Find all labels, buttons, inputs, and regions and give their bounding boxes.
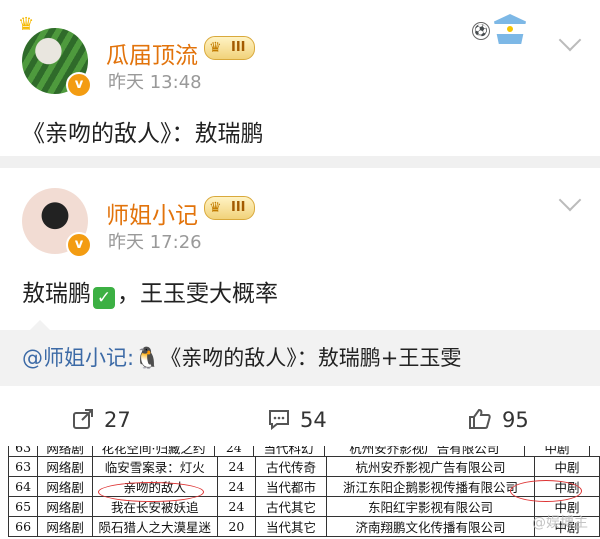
watermark: @娱博主 xyxy=(532,515,588,531)
quote-handle[interactable]: @师姐小记: xyxy=(22,346,134,370)
quote-pointer xyxy=(30,320,50,330)
quote-text: @师姐小记:🐧《亲吻的敌人》：敖瑞鹏+王玉雯 xyxy=(22,342,461,372)
argentina-shield-icon xyxy=(494,14,526,44)
comment-icon xyxy=(268,408,290,435)
post-card-1: ♛ v 瓜届顶流 ♛ III 昨天 13:48 ⚽ 《亲吻的敌人》：敖瑞鹏 xyxy=(0,0,600,156)
table-row: 63 网络剧 临安雪案录：灯火 24 古代传奇 杭州安乔影视广告有限公司 中剧 xyxy=(7,456,600,477)
quote-body: 《亲吻的敌人》：敖瑞鹏+王玉雯 xyxy=(160,346,462,370)
comment-count: 54 xyxy=(300,408,327,432)
cell: 网络剧 xyxy=(37,446,93,456)
cell: 花花空间·归藏之约 xyxy=(91,446,216,456)
post-time: 昨天 17:26 xyxy=(108,232,202,253)
share-icon xyxy=(72,408,94,435)
annotation-circle xyxy=(510,480,582,502)
cell: 古代传奇 xyxy=(255,456,328,477)
cell: 当代都市 xyxy=(255,476,328,497)
cell: 中剧 xyxy=(533,456,600,477)
cell: 陨石猎人之大漠星迷 xyxy=(91,516,218,537)
table-row-cut: 63 网络剧 花花空间·归藏之约 24 当代科幻 杭州安乔影视广告有限公司 中剧 xyxy=(8,446,590,456)
post-time: 昨天 13:48 xyxy=(108,72,202,93)
table-cut: 63 网络剧 花花空间·归藏之约 24 当代科幻 杭州安乔影视广告有限公司 中剧 xyxy=(8,446,590,456)
world-cup-badge: ⚽ xyxy=(472,14,534,46)
cell: 网络剧 xyxy=(37,456,93,477)
username[interactable]: 师姐小记 xyxy=(106,196,198,230)
annotation-circle xyxy=(98,482,204,502)
cell: 24 xyxy=(216,456,257,477)
repost-count: 27 xyxy=(104,408,131,432)
cell: 东阳红宇影视有限公司 xyxy=(326,496,535,517)
rank-label: III xyxy=(231,40,246,55)
cell: 网络剧 xyxy=(37,476,93,497)
rank-badge[interactable]: ♛ III xyxy=(204,196,255,220)
cell: 临安雪案录：灯火 xyxy=(91,456,218,477)
verified-icon: v xyxy=(66,72,92,98)
quoted-post[interactable]: @师姐小记:🐧《亲吻的敌人》：敖瑞鹏+王玉雯 xyxy=(0,320,600,386)
cell: 中剧 xyxy=(523,446,590,456)
repost-button[interactable]: 27 xyxy=(72,408,131,435)
cell: 当代科幻 xyxy=(252,446,325,456)
football-icon: ⚽ xyxy=(472,22,490,40)
content-part: ，王玉雯大概率 xyxy=(117,281,278,307)
like-button[interactable]: 95 xyxy=(468,408,529,435)
chevron-down-icon[interactable] xyxy=(558,28,582,52)
cell: 63 xyxy=(8,446,39,456)
cell: 24 xyxy=(214,446,254,456)
medal-icon: ♛ xyxy=(209,200,222,216)
drama-list-table-image: 63 网络剧 花花空间·归藏之约 24 当代科幻 杭州安乔影视广告有限公司 中剧… xyxy=(0,438,600,539)
cell: 古代其它 xyxy=(255,496,328,517)
penguin-icon: 🐧 xyxy=(134,346,161,370)
cell: 网络剧 xyxy=(37,516,93,537)
comment-button[interactable]: 54 xyxy=(268,408,327,435)
content-part: 敖瑞鹏 xyxy=(22,281,91,307)
cell: 浙江东阳企鹅影视传播有限公司 xyxy=(326,476,535,497)
cell: 当代其它 xyxy=(255,516,328,537)
like-count: 95 xyxy=(502,408,529,432)
cell: 济南翔鹏文化传播有限公司 xyxy=(326,516,535,537)
rank-label: III xyxy=(231,200,246,215)
table-row: 65 网络剧 我在长安被妖追 24 古代其它 东阳红宇影视有限公司 中剧 xyxy=(7,496,600,517)
check-mark-icon: ✓ xyxy=(93,287,115,309)
cell: 24 xyxy=(216,476,257,497)
cell: 网络剧 xyxy=(37,496,93,517)
cell: 杭州安乔影视广告有限公司 xyxy=(326,456,535,477)
cell: 65 xyxy=(7,496,39,517)
medal-icon: ♛ xyxy=(209,40,222,56)
crown-icon: ♛ xyxy=(18,14,35,35)
cell: 64 xyxy=(7,476,39,497)
thumbs-up-icon xyxy=(468,408,492,435)
cell: 63 xyxy=(7,456,39,477)
rank-badge[interactable]: ♛ III xyxy=(204,36,255,60)
cell: 20 xyxy=(216,516,257,537)
post-content: 敖瑞鹏 ✓ ，王玉雯大概率 xyxy=(22,274,278,309)
username[interactable]: 瓜届顶流 xyxy=(106,36,198,70)
table-row: 66 网络剧 陨石猎人之大漠星迷 20 当代其它 济南翔鹏文化传播有限公司 中剧 xyxy=(7,516,600,537)
post-content: 《亲吻的敌人》：敖瑞鹏 xyxy=(22,121,264,147)
cell: 24 xyxy=(216,496,257,517)
verified-icon: v xyxy=(66,232,92,258)
drama-table: 63 网络剧 临安雪案录：灯火 24 古代传奇 杭州安乔影视广告有限公司 中剧 … xyxy=(7,456,600,537)
cell: 杭州安乔影视广告有限公司 xyxy=(323,446,525,456)
cell: 66 xyxy=(7,516,39,537)
